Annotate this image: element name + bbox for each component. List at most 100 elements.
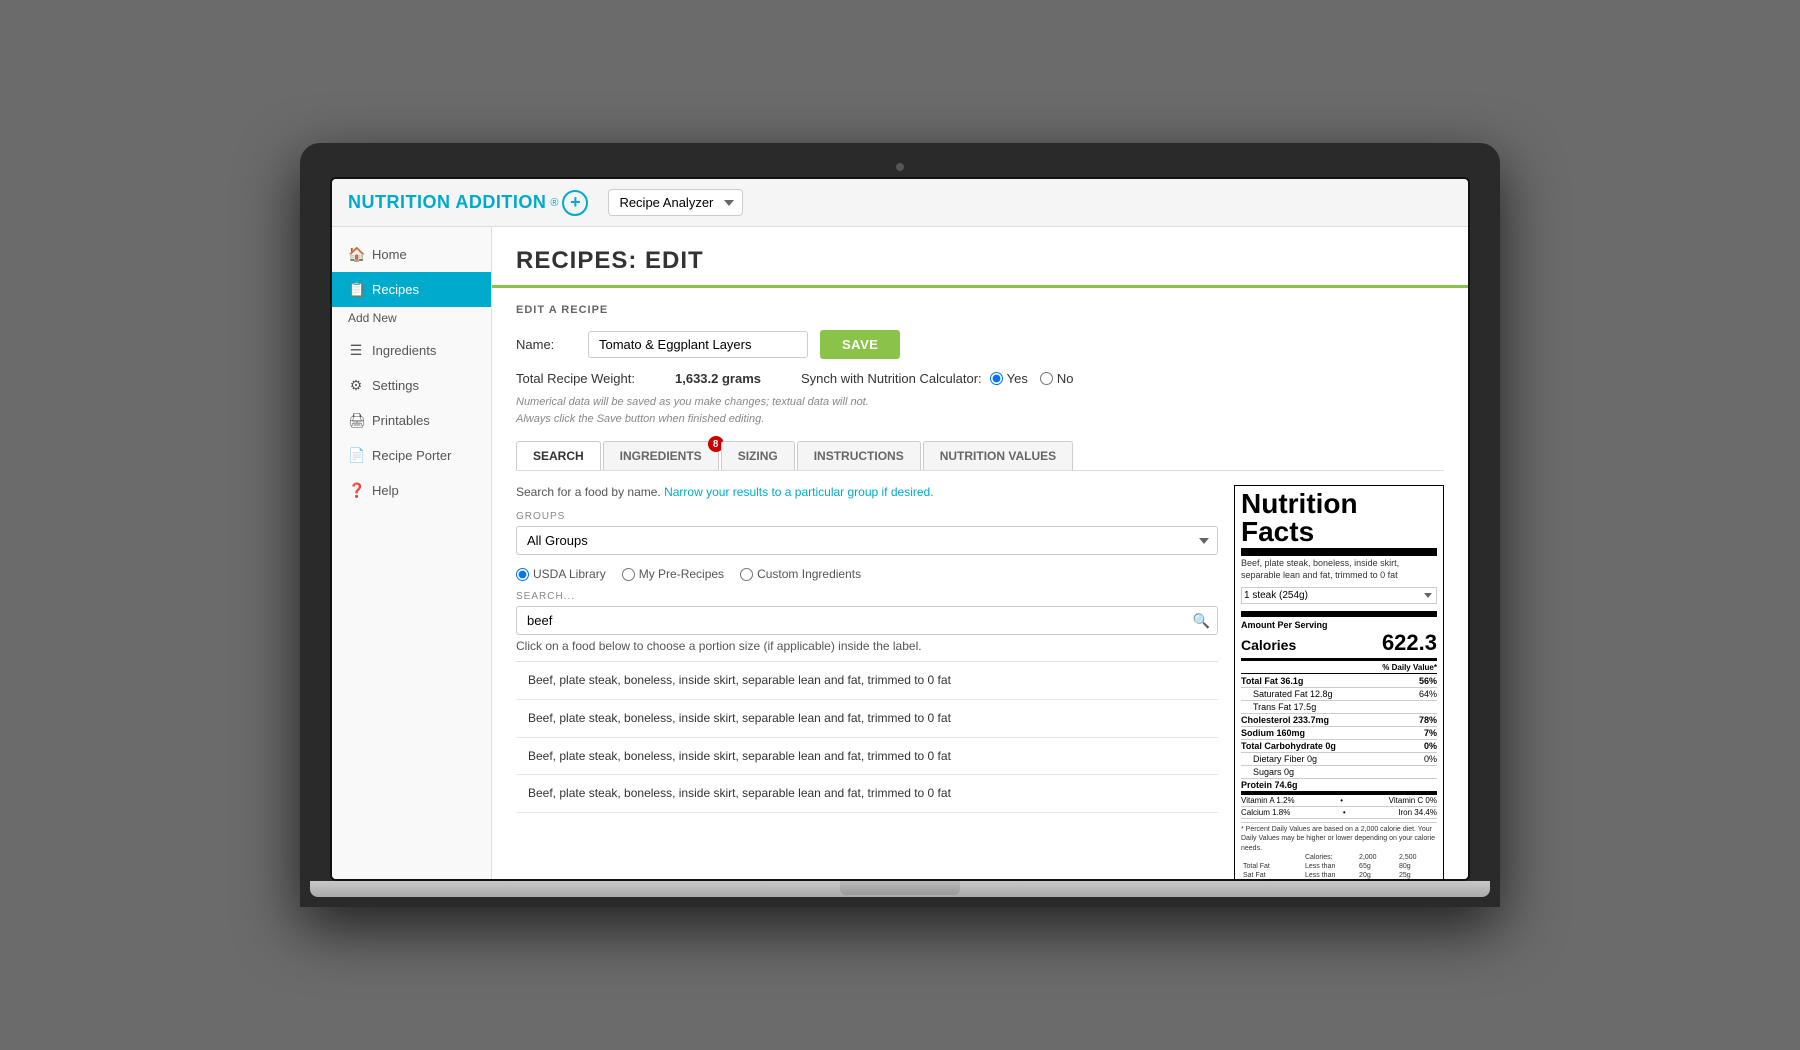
source-custom-label[interactable]: Custom Ingredients [740, 567, 861, 581]
nf-serving-select[interactable]: 1 steak (254g) [1241, 587, 1437, 604]
nf-row-label: Total Fat 36.1g [1241, 676, 1303, 686]
food-item[interactable]: Beef, plate steak, boneless, inside skir… [516, 700, 1218, 738]
tab-nutrition-values[interactable]: NUTRITION VALUES [923, 441, 1073, 470]
synch-no-text: No [1057, 371, 1074, 386]
laptop-bottom [310, 881, 1490, 897]
search-area: Search for a food by name. Narrow your r… [516, 485, 1444, 879]
nf-calcium: Calcium 1.8% [1241, 808, 1290, 817]
sidebar-item-label-printables: Printables [372, 413, 430, 428]
search-input[interactable] [516, 606, 1218, 635]
food-item[interactable]: Beef, plate steak, boneless, inside skir… [516, 738, 1218, 776]
click-hint: Click on a food below to choose a portio… [516, 639, 1218, 653]
source-pre-recipes-text: My Pre-Recipes [639, 567, 724, 581]
nf-row-value: 0% [1424, 741, 1437, 751]
source-custom-radio[interactable] [740, 568, 753, 581]
tab-ingredients[interactable]: INGREDIENTS 8 [603, 441, 719, 470]
help-icon: ❓ [348, 482, 364, 499]
app-select[interactable]: Recipe Analyzer Meal Planner [608, 189, 743, 216]
search-label: SEARCH... [516, 591, 1218, 602]
synch-group: Synch with Nutrition Calculator: Yes No [801, 371, 1073, 386]
sidebar-item-label-recipe-porter: Recipe Porter [372, 448, 451, 463]
nf-title: Nutrition Facts [1241, 490, 1437, 556]
source-radio-group: USDA Library My Pre-Recipes Custom Ingre… [516, 567, 1218, 581]
sidebar-item-label-help: Help [372, 483, 399, 498]
sidebar-item-label-settings: Settings [372, 378, 419, 393]
source-custom-text: Custom Ingredients [757, 567, 861, 581]
source-pre-recipes-label[interactable]: My Pre-Recipes [622, 567, 724, 581]
synch-yes-label[interactable]: Yes [990, 371, 1028, 386]
sidebar-item-ingredients[interactable]: ☰ Ingredients [332, 333, 491, 368]
nf-row-value: 56% [1419, 676, 1437, 686]
nf-row-value: 7% [1424, 728, 1437, 738]
weight-row: Total Recipe Weight: 1,633.2 grams Synch… [516, 371, 1444, 386]
weight-label: Total Recipe Weight: [516, 371, 635, 386]
sidebar-item-label-recipes: Recipes [372, 282, 419, 297]
camera-dot [896, 163, 904, 171]
food-item[interactable]: Beef, plate steak, boneless, inside skir… [516, 775, 1218, 813]
source-pre-recipes-radio[interactable] [622, 568, 635, 581]
name-row: Name: SAVE [516, 330, 1444, 359]
save-button[interactable]: SAVE [820, 330, 900, 359]
nf-row-label: Protein 74.6g [1241, 780, 1298, 790]
food-list: Beef, plate steak, boneless, inside skir… [516, 661, 1218, 813]
search-hint: Search for a food by name. Narrow your r… [516, 485, 1218, 499]
page-header: RECIPES: EDIT [492, 227, 1468, 288]
nf-row-total-carb: Total Carbohydrate 0g 0% [1241, 740, 1437, 753]
main-content: 🏠 Home 📋 Recipes Add New ☰ Ingredients ⚙ [332, 227, 1468, 879]
sidebar-item-help[interactable]: ❓ Help [332, 473, 491, 508]
search-box-wrapper: 🔍 [516, 606, 1218, 635]
weight-value: 1,633.2 grams [675, 371, 761, 386]
top-bar: NUTRITION ADDITION ® + Recipe Analyzer M… [332, 179, 1468, 227]
nf-row-label: Saturated Fat 12.8g [1253, 689, 1333, 699]
nf-row-total-fat: Total Fat 36.1g 56% [1241, 675, 1437, 688]
groups-select[interactable]: All Groups Dairy Meat Vegetables Fruits … [516, 526, 1218, 555]
source-usda-label[interactable]: USDA Library [516, 567, 606, 581]
nf-amount-label: Amount Per Serving [1241, 620, 1437, 630]
sidebar-item-home[interactable]: 🏠 Home [332, 237, 491, 272]
sidebar-item-printables[interactable]: 🖨 Printables [332, 403, 491, 438]
page-title: RECIPES: EDIT [516, 247, 1444, 285]
synch-radio-group: Yes No [990, 371, 1074, 386]
source-usda-radio[interactable] [516, 568, 529, 581]
edit-section: EDIT A RECIPE Name: SAVE Total Recipe We… [492, 288, 1468, 879]
synch-yes-radio[interactable] [990, 372, 1003, 385]
nf-subtitle: Beef, plate steak, boneless, inside skir… [1241, 558, 1437, 581]
tabs-bar: SEARCH INGREDIENTS 8 SIZING INSTRUCTIONS… [516, 441, 1444, 471]
synch-no-radio[interactable] [1040, 372, 1053, 385]
content-area: RECIPES: EDIT EDIT A RECIPE Name: SAVE [492, 227, 1468, 879]
nf-row-value: 64% [1419, 689, 1437, 699]
source-usda-text: USDA Library [533, 567, 606, 581]
synch-no-label[interactable]: No [1040, 371, 1074, 386]
tab-search[interactable]: SEARCH [516, 441, 601, 470]
synch-yes-text: Yes [1007, 371, 1028, 386]
sidebar-item-recipes[interactable]: 📋 Recipes [332, 272, 491, 307]
sidebar-item-label-home: Home [372, 247, 407, 262]
narrow-link[interactable]: Narrow your results to a particular grou… [664, 485, 933, 499]
nf-row-value: 78% [1419, 715, 1437, 725]
nf-vitamin-a: Vitamin A 1.2% [1241, 796, 1295, 805]
name-label: Name: [516, 337, 576, 352]
sidebar-item-recipe-porter[interactable]: 📄 Recipe Porter [332, 438, 491, 473]
food-item[interactable]: Beef, plate steak, boneless, inside skir… [516, 662, 1218, 700]
recipe-porter-icon: 📄 [348, 447, 364, 464]
logo: NUTRITION ADDITION ® + [348, 190, 588, 216]
name-input[interactable] [588, 331, 808, 358]
nf-divider [1241, 611, 1437, 617]
nf-row-sat-fat: Saturated Fat 12.8g 64% [1241, 688, 1437, 701]
app-container: NUTRITION ADDITION ® + Recipe Analyzer M… [332, 179, 1468, 879]
synch-label: Synch with Nutrition Calculator: [801, 371, 982, 386]
nf-row-fiber: Dietary Fiber 0g 0% [1241, 753, 1437, 766]
nf-row-sodium: Sodium 160mg 7% [1241, 727, 1437, 740]
nf-vitamins-row-2: Calcium 1.8% • Iron 34.4% [1241, 807, 1437, 819]
tab-instructions[interactable]: INSTRUCTIONS [797, 441, 921, 470]
laptop-screen: NUTRITION ADDITION ® + Recipe Analyzer M… [330, 177, 1470, 881]
groups-label: GROUPS [516, 511, 1218, 522]
sidebar-add-new[interactable]: Add New [332, 307, 491, 333]
nf-row-cholesterol: Cholesterol 233.7mg 78% [1241, 714, 1437, 727]
notice-text: Numerical data will be saved as you make… [516, 394, 1444, 427]
sidebar-item-settings[interactable]: ⚙ Settings [332, 368, 491, 403]
tab-sizing[interactable]: SIZING [721, 441, 795, 470]
nutrition-facts-panel: Nutrition Facts Beef, plate steak, bonel… [1234, 485, 1444, 879]
sidebar: 🏠 Home 📋 Recipes Add New ☰ Ingredients ⚙ [332, 227, 492, 879]
ingredients-icon: ☰ [348, 342, 364, 359]
